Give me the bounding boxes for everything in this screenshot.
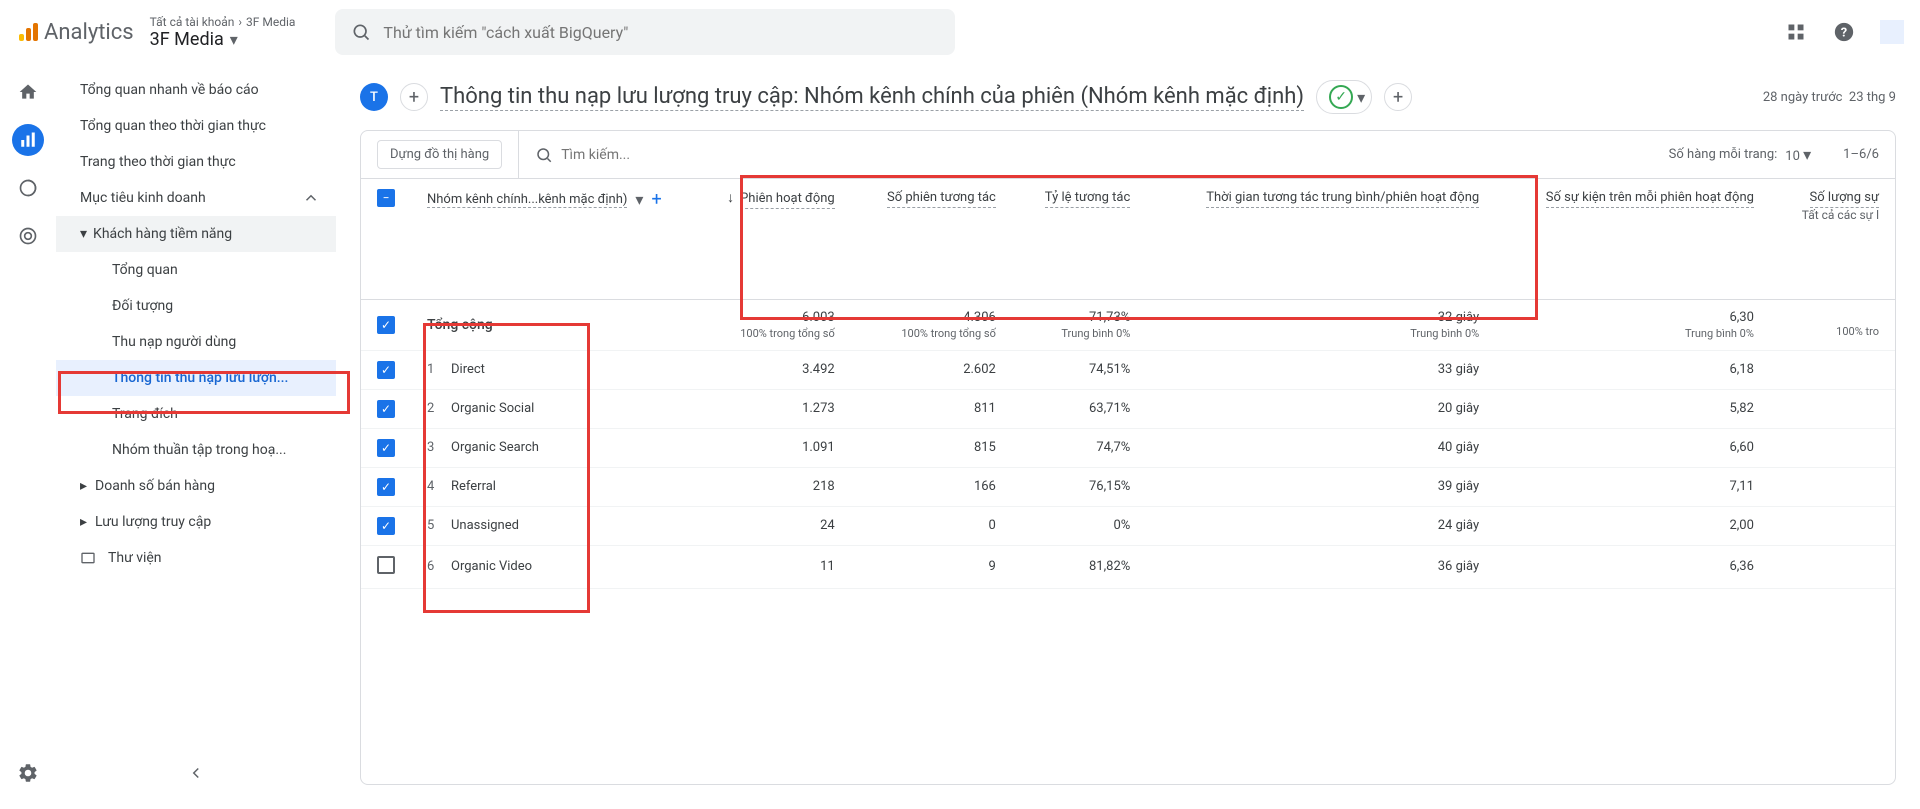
check-circle-icon: ✓ [1329, 85, 1353, 109]
help-icon[interactable]: ? [1832, 20, 1856, 44]
dimension-selector[interactable]: Nhóm kênh chính...kênh mặc định) [427, 192, 627, 208]
table-search-input[interactable] [561, 147, 739, 163]
row-checkbox[interactable]: ✓ [377, 361, 395, 379]
rail-explore[interactable] [12, 172, 44, 204]
table-row[interactable]: ✓ 4Referral 21816676,15%39 giây7,11 [361, 467, 1895, 506]
caret-down-icon: ▾ [230, 30, 238, 49]
analytics-logo-icon [16, 20, 40, 44]
search-input[interactable] [383, 23, 939, 42]
apps-grid-icon[interactable] [1784, 20, 1808, 44]
rail-home[interactable] [12, 76, 44, 108]
column-header-engagement-rate[interactable]: Tỷ lệ tương tác [1012, 179, 1146, 299]
row-checkbox[interactable]: ✓ [377, 517, 395, 535]
property-selector[interactable]: Tất cả tài khoản › 3F Media 3F Media ▾ [150, 15, 296, 50]
rows-per-page-select[interactable]: 10 ▾ [1785, 145, 1811, 164]
rail-reports[interactable] [12, 124, 44, 156]
customize-button[interactable]: + [1384, 83, 1412, 111]
sidebar-item-realtime-pages[interactable]: Trang theo thời gian thực [56, 144, 336, 180]
page-info: 1–6/6 [1843, 147, 1879, 162]
column-header-events-per-session[interactable]: Số sự kiện trên mỗi phiên hoạt động [1495, 179, 1770, 299]
data-table-card: Dựng đồ thị hàng Số hàng mỗi trang: 10 ▾… [360, 130, 1896, 785]
sidebar-sub-sales[interactable]: ▸ Doanh số bán hàng [56, 468, 336, 504]
chevron-up-icon [302, 189, 320, 207]
table-row[interactable]: 6Organic Video 11981,82%36 giây6,36 [361, 545, 1895, 588]
breadcrumb: Tất cả tài khoản › 3F Media [150, 15, 296, 29]
row-checkbox[interactable]: ✓ [377, 400, 395, 418]
column-header-sessions[interactable]: ↓Phiên hoạt động [691, 179, 851, 299]
page-header: T + Thông tin thu nạp lưu lượng truy cập… [336, 64, 1920, 130]
caret-down-icon: ▾ [80, 226, 87, 242]
verify-dropdown[interactable]: ✓ ▾ [1316, 80, 1372, 114]
row-checkbox[interactable]: ✓ [377, 316, 395, 334]
property-name-label: 3F Media [150, 29, 224, 50]
sidebar-item-audiences[interactable]: Đối tượng [56, 288, 336, 324]
totals-row: ✓ Tổng cộng 6.003100% trong tổng số 4.30… [361, 299, 1895, 350]
sort-down-icon: ↓ [727, 190, 734, 206]
sidebar-item-user-acquisition[interactable]: Thu nạp người dùng [56, 324, 336, 360]
table-row[interactable]: ✓ 1Direct 3.4922.60274,51%33 giây6,18 [361, 350, 1895, 389]
library-icon [80, 550, 96, 566]
table-search[interactable] [518, 131, 1668, 178]
row-checkbox[interactable]: ✓ [377, 439, 395, 457]
account-hub-icon[interactable] [1880, 20, 1904, 44]
sidebar-library[interactable]: Thư viện [56, 540, 336, 576]
search-icon [535, 146, 553, 164]
left-rail [0, 64, 56, 809]
sidebar: Tổng quan nhanh về báo cáo Tổng quan the… [56, 64, 336, 809]
column-header-engaged-sessions[interactable]: Số phiên tương tác [851, 179, 1012, 299]
row-checkbox[interactable] [377, 556, 395, 574]
caret-right-icon: ▸ [80, 514, 87, 530]
sidebar-item-realtime-overview[interactable]: Tổng quan theo thời gian thực [56, 108, 336, 144]
rail-advertising[interactable] [12, 220, 44, 252]
rows-per-page-label: Số hàng mỗi trang: [1669, 147, 1778, 162]
row-checkbox[interactable]: ✓ [377, 478, 395, 496]
table-row[interactable]: ✓ 2Organic Social 1.27381163,71%20 giây5… [361, 389, 1895, 428]
sidebar-sub-traffic[interactable]: ▸ Lưu lượng truy cập [56, 504, 336, 540]
add-dimension-button[interactable]: + [651, 189, 661, 210]
main-content: T + Thông tin thu nạp lưu lượng truy cập… [336, 64, 1920, 809]
table-toolbar: Dựng đồ thị hàng Số hàng mỗi trang: 10 ▾… [361, 131, 1895, 179]
sidebar-item-snapshot[interactable]: Tổng quan nhanh về báo cáo [56, 72, 336, 108]
logo-text: Analytics [44, 20, 134, 45]
column-header-event-count[interactable]: Số lượng sựTất cả các sự l [1770, 179, 1895, 299]
svg-text:?: ? [1841, 26, 1847, 41]
data-table: − Nhóm kênh chính...kênh mặc định) ▾ + ↓… [361, 179, 1895, 589]
caret-right-icon: ▸ [80, 478, 87, 494]
select-all-checkbox[interactable]: − [377, 189, 395, 207]
search-icon [351, 22, 371, 42]
sidebar-item-traffic-acquisition[interactable]: Thông tin thu nạp lưu lượn... [56, 360, 336, 396]
sidebar-item-cohort[interactable]: Nhóm thuần tập trong hoạ... [56, 432, 336, 468]
sidebar-sub-leads[interactable]: ▾ Khách hàng tiềm năng [56, 216, 336, 252]
sidebar-item-overview[interactable]: Tổng quan [56, 252, 336, 288]
table-row[interactable]: ✓ 3Organic Search 1.09181574,7%40 giây6,… [361, 428, 1895, 467]
caret-down-icon: ▾ [1357, 88, 1365, 107]
comparison-avatar[interactable]: T [360, 83, 388, 111]
plot-rows-button[interactable]: Dựng đồ thị hàng [377, 140, 502, 169]
sidebar-collapse-button[interactable] [180, 757, 212, 789]
app-header: Analytics Tất cả tài khoản › 3F Media 3F… [0, 0, 1920, 64]
date-range-picker[interactable]: 28 ngày trước 23 thg 9 [1763, 90, 1896, 105]
column-header-avg-engagement-time[interactable]: Thời gian tương tác trung bình/phiên hoạ… [1146, 179, 1495, 299]
table-row[interactable]: ✓ 5Unassigned 2400%24 giây2,00 [361, 506, 1895, 545]
add-comparison-button[interactable]: + [400, 83, 428, 111]
sidebar-item-landing-page[interactable]: Trang đích [56, 396, 336, 432]
page-title: Thông tin thu nạp lưu lượng truy cập: Nh… [440, 84, 1304, 111]
search-box[interactable] [335, 9, 955, 55]
rail-admin[interactable] [12, 757, 44, 789]
sidebar-section-business[interactable]: Mục tiêu kinh doanh [56, 180, 336, 216]
logo[interactable]: Analytics [16, 20, 134, 45]
caret-down-icon: ▾ [635, 190, 643, 209]
